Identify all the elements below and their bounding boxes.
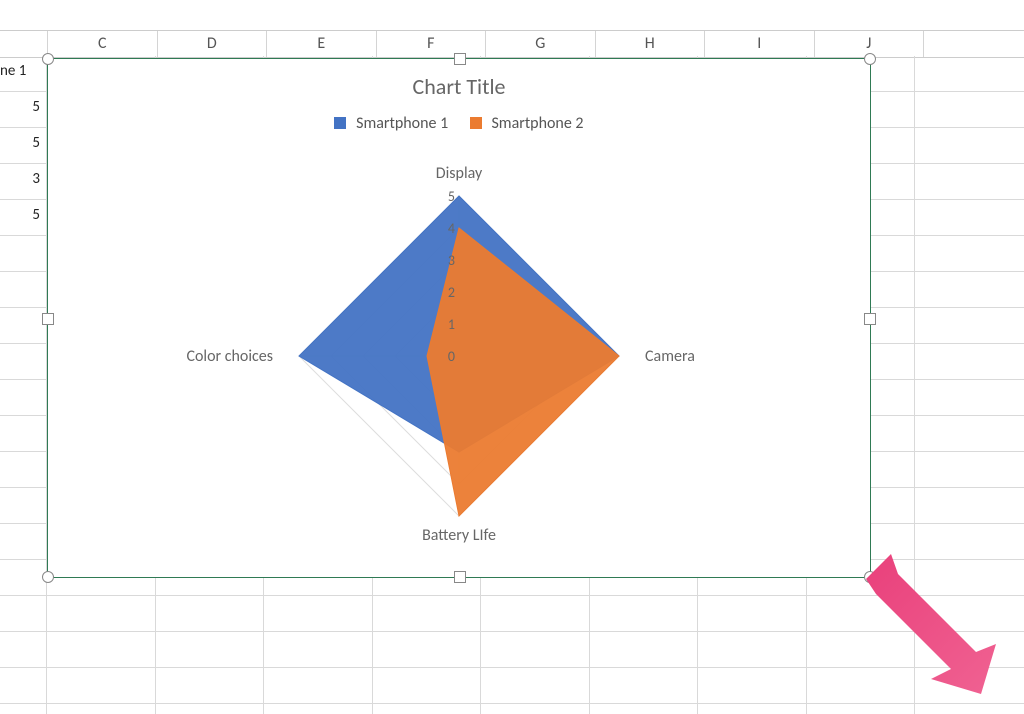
cell[interactable] — [47, 596, 156, 631]
cell[interactable] — [698, 596, 807, 631]
svg-text:4: 4 — [448, 220, 455, 237]
col-header-blank[interactable] — [0, 31, 48, 57]
cell[interactable] — [590, 596, 699, 631]
col-header-I[interactable]: I — [705, 31, 815, 57]
resize-handle-icon[interactable] — [864, 571, 876, 583]
cell[interactable] — [264, 632, 373, 667]
cell[interactable] — [481, 668, 590, 703]
resize-handle-icon[interactable] — [42, 53, 54, 65]
cell[interactable] — [0, 452, 47, 487]
svg-text:3: 3 — [448, 252, 455, 269]
cell[interactable] — [698, 704, 807, 714]
cell[interactable] — [156, 668, 265, 703]
cell[interactable] — [0, 308, 47, 343]
col-header-F[interactable]: F — [377, 31, 487, 57]
cell[interactable] — [264, 704, 373, 714]
svg-text:0: 0 — [448, 348, 455, 365]
chart-legend[interactable]: Smartphone 1 Smartphone 2 — [48, 114, 870, 133]
cell[interactable]: 5 — [0, 92, 47, 127]
cell[interactable] — [698, 632, 807, 667]
resize-handle-icon[interactable] — [454, 571, 466, 583]
cell[interactable] — [698, 668, 807, 703]
cell[interactable] — [590, 632, 699, 667]
cell[interactable] — [0, 344, 47, 379]
cell[interactable] — [264, 668, 373, 703]
cell[interactable] — [0, 668, 47, 703]
cell[interactable] — [47, 668, 156, 703]
chart-title[interactable]: Chart Title — [48, 73, 870, 100]
svg-text:1: 1 — [448, 316, 455, 333]
col-header-D[interactable]: D — [158, 31, 268, 57]
cell[interactable]: ne 1 — [0, 56, 47, 91]
col-header-G[interactable]: G — [486, 31, 596, 57]
svg-text:Display: Display — [436, 164, 483, 183]
svg-text:Camera: Camera — [645, 347, 695, 366]
cell[interactable] — [373, 704, 482, 714]
cell[interactable] — [264, 596, 373, 631]
col-header-H[interactable]: H — [596, 31, 706, 57]
cell[interactable]: 5 — [0, 200, 47, 235]
cell[interactable] — [0, 236, 47, 271]
cell[interactable] — [373, 596, 482, 631]
legend-label: Smartphone 2 — [491, 114, 583, 133]
cell[interactable] — [373, 668, 482, 703]
radar-plot-area[interactable]: 0 1 2 3 4 5 Display Camera Battery LIfe Color cho… — [48, 151, 870, 569]
cell[interactable] — [481, 632, 590, 667]
cell[interactable] — [0, 272, 47, 307]
resize-handle-icon[interactable] — [454, 53, 466, 65]
legend-swatch-icon — [334, 117, 346, 129]
cell[interactable] — [807, 668, 916, 703]
cell[interactable] — [0, 380, 47, 415]
cell[interactable] — [481, 704, 590, 714]
cell[interactable] — [0, 560, 47, 595]
resize-handle-icon[interactable] — [864, 53, 876, 65]
cell[interactable] — [373, 632, 482, 667]
cell[interactable] — [47, 704, 156, 714]
cell[interactable] — [590, 668, 699, 703]
col-header-E[interactable]: E — [267, 31, 377, 57]
svg-text:Color choices: Color choices — [186, 347, 273, 366]
cell[interactable] — [0, 596, 47, 631]
cell[interactable] — [156, 704, 265, 714]
cell[interactable] — [0, 632, 47, 667]
cell[interactable] — [807, 632, 916, 667]
cell[interactable] — [0, 488, 47, 523]
chart-object[interactable]: Chart Title Smartphone 1 Smartphone 2 0 1… — [47, 58, 871, 578]
col-header-C[interactable]: C — [48, 31, 158, 57]
cell[interactable] — [156, 632, 265, 667]
cell[interactable]: 5 — [0, 128, 47, 163]
resize-handle-icon[interactable] — [42, 571, 54, 583]
cell[interactable] — [590, 704, 699, 714]
svg-text:5: 5 — [448, 188, 455, 205]
cell[interactable] — [47, 632, 156, 667]
cell[interactable] — [807, 596, 916, 631]
svg-text:2: 2 — [448, 284, 455, 301]
legend-swatch-icon — [470, 117, 482, 129]
cell[interactable] — [156, 596, 265, 631]
cell[interactable] — [807, 704, 916, 714]
cell[interactable] — [0, 704, 47, 714]
cell[interactable] — [481, 596, 590, 631]
cell[interactable]: 3 — [0, 164, 47, 199]
legend-label: Smartphone 1 — [356, 114, 448, 133]
svg-text:Battery LIfe: Battery LIfe — [422, 526, 496, 545]
cell[interactable] — [0, 524, 47, 559]
cell[interactable] — [0, 416, 47, 451]
